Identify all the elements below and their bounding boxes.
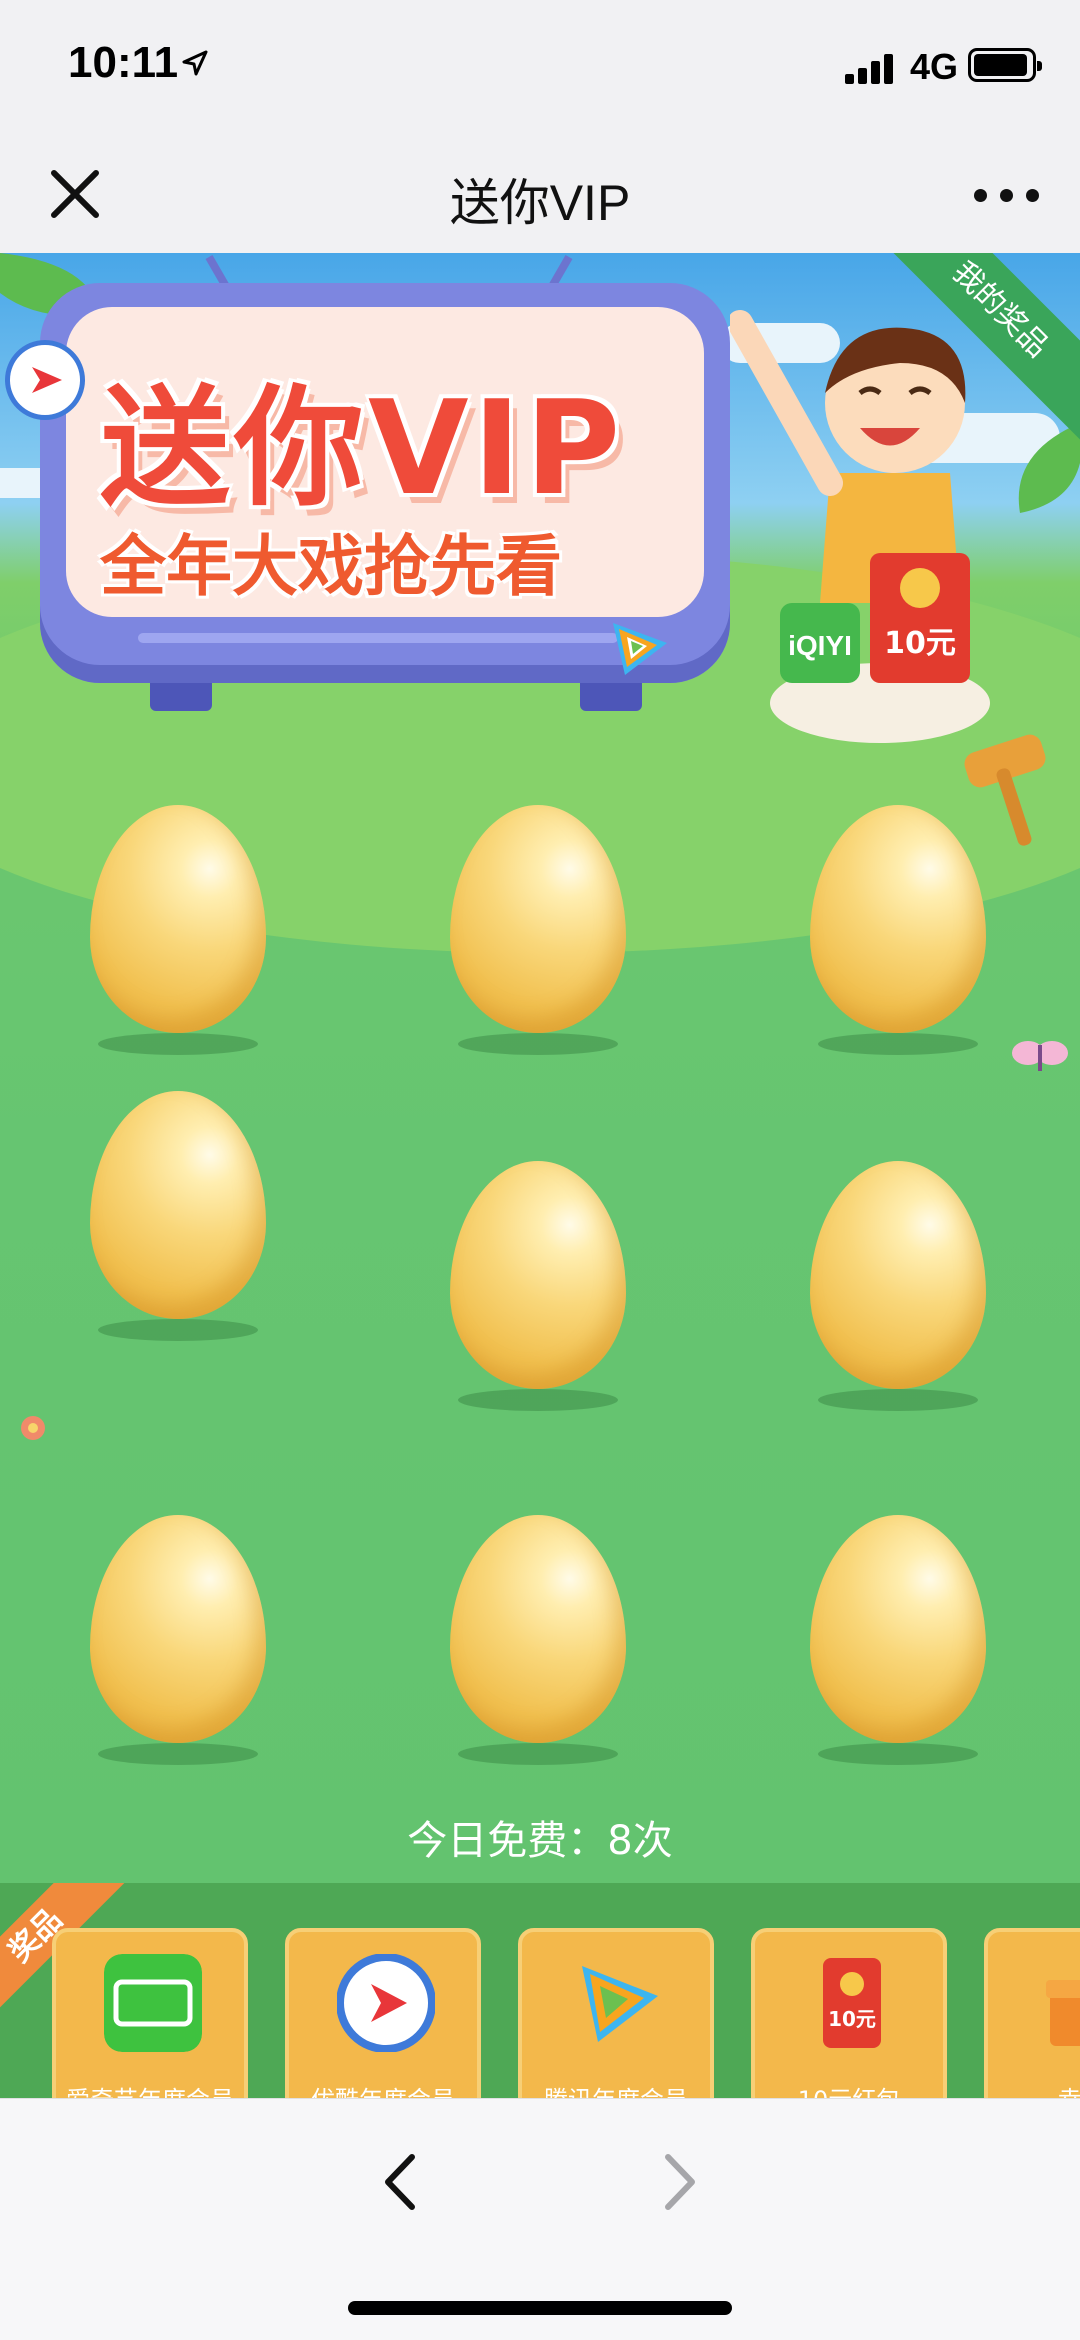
golden-egg-5[interactable] [444, 1161, 644, 1411]
butterfly-decoration [1012, 1041, 1068, 1071]
status-bar: 10:11 4G [0, 0, 1080, 135]
iqiyi-icon [104, 1954, 202, 2052]
tencent-video-icon [582, 1966, 658, 2042]
page-title: 送你VIP [449, 175, 631, 231]
flower-decoration [21, 1416, 45, 1440]
golden-egg-8[interactable] [444, 1515, 644, 1765]
golden-egg-7[interactable] [84, 1515, 284, 1765]
forward-arrow-icon[interactable] [650, 2147, 710, 2217]
more-options-icon[interactable] [968, 169, 1048, 219]
nav-bar: 送你VIP [0, 135, 1080, 253]
golden-egg-9[interactable] [804, 1515, 1004, 1765]
prize-label: 优酷年度会员 [289, 2080, 477, 2098]
kid-illustration: iQIYI 10元 [730, 310, 990, 743]
prize-label: 幸运 [988, 2080, 1080, 2098]
game-area: 送你VIP 全年大戏抢先看 我的奖品 iQIYI 10元 今日免费：8次 奖品 … [0, 253, 1080, 2098]
prize-card-tencent[interactable]: 腾讯年度会员 [518, 1928, 714, 2098]
prize-label: 10元红包 [755, 2080, 943, 2098]
red-packet-amount: 10元 [884, 626, 956, 661]
tencent-video-logo-icon [613, 623, 667, 675]
youku-icon [337, 1954, 435, 2052]
banner-headline: 送你VIP [100, 372, 625, 524]
prize-carousel[interactable]: 奖品 爱奇艺年度会员 优酷年度会员 腾讯年度会员 [0, 1883, 1080, 2098]
golden-egg-4[interactable] [84, 1091, 284, 1341]
prize-card-red-packet[interactable]: 10元 10元红包 [751, 1928, 947, 2098]
status-time: 10:11 [68, 38, 179, 87]
battery-icon [968, 48, 1042, 82]
prize-card-lucky[interactable]: 幸运 [984, 1928, 1080, 2098]
prize-label: 爱奇艺年度会员 [56, 2080, 244, 2098]
back-arrow-icon[interactable] [370, 2147, 430, 2217]
gift-icon [1046, 1980, 1080, 2046]
home-indicator [348, 2301, 732, 2315]
signal-icon [845, 52, 897, 84]
free-plays-counter: 今日免费：8次 [407, 1818, 673, 1864]
browser-toolbar [0, 2098, 1080, 2340]
golden-egg-1[interactable] [84, 805, 284, 1055]
red-packet-icon: 10元 [823, 1958, 881, 2048]
golden-egg-6[interactable] [804, 1161, 1004, 1411]
golden-egg-2[interactable] [444, 805, 644, 1055]
red-packet-icon-text: 10元 [828, 2007, 876, 2031]
prize-card-youku[interactable]: 优酷年度会员 [285, 1928, 481, 2098]
location-arrow-icon [182, 50, 208, 76]
iqiyi-box-logo: iQIYI [788, 630, 852, 661]
golden-egg-3[interactable] [804, 805, 1004, 1055]
banner-subline: 全年大戏抢先看 [100, 528, 562, 605]
network-type: 4G [910, 46, 959, 87]
prize-card-iqiyi[interactable]: 爱奇艺年度会员 [52, 1928, 248, 2098]
prize-label: 腾讯年度会员 [522, 2080, 710, 2098]
youku-logo-icon [10, 345, 80, 415]
